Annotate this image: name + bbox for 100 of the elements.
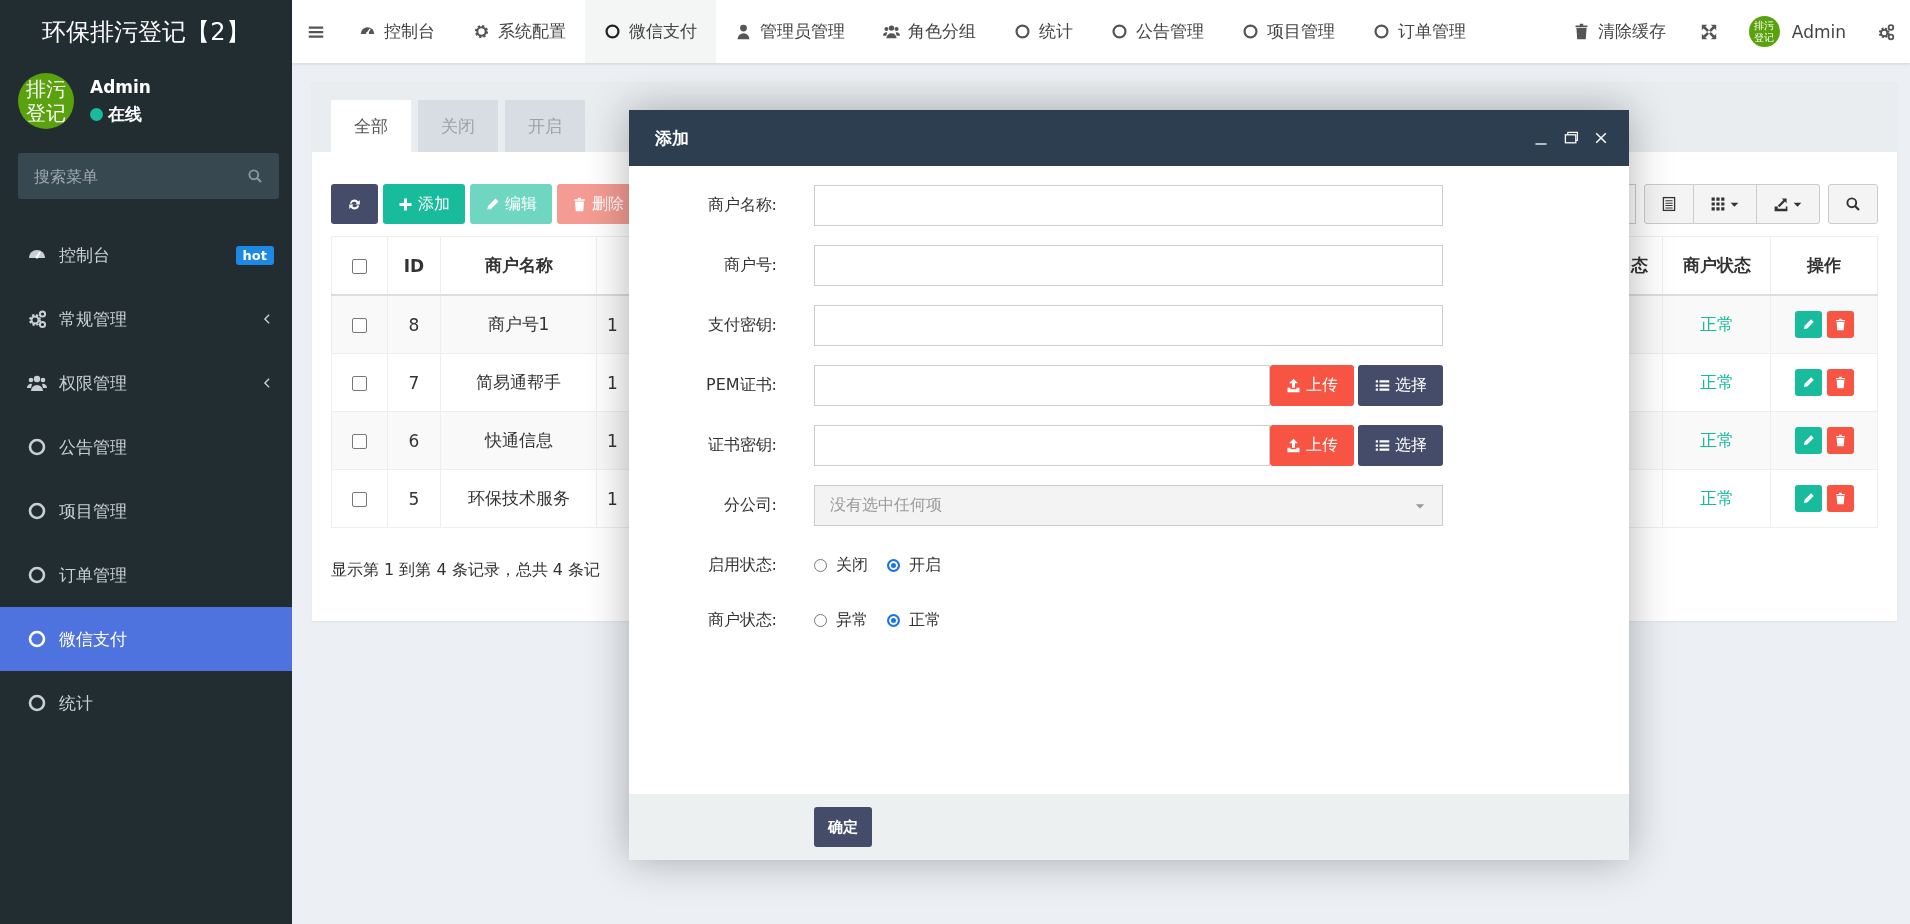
menu-item[interactable]: 公告管理	[0, 415, 292, 479]
field-label: 商户状态:	[706, 610, 777, 631]
radio-button[interactable]	[887, 614, 900, 627]
table-cell: 商户号1	[487, 314, 550, 334]
edit-button[interactable]	[1794, 427, 1822, 454]
minimize-icon	[1533, 143, 1549, 145]
clear-cache-button[interactable]: 清除缓存	[1553, 0, 1685, 63]
radio-button[interactable]	[814, 559, 827, 572]
pencil-icon	[1801, 318, 1815, 331]
nav-tab[interactable]: 角色分组	[864, 0, 995, 63]
table-cell: 1	[607, 430, 618, 451]
checkbox[interactable]	[352, 434, 367, 449]
pencil-icon	[485, 196, 500, 212]
grid-icon	[1710, 196, 1726, 212]
table-cell: 环保技术服务	[467, 488, 570, 508]
avatar: 排污登记	[18, 73, 74, 129]
field-label: 证书密钥:	[706, 435, 777, 456]
column-header: 态	[1631, 255, 1648, 275]
trash-icon	[1833, 492, 1847, 505]
search-button[interactable]	[1828, 184, 1878, 224]
radio-button[interactable]	[887, 559, 900, 572]
status-text: 正常	[1699, 488, 1734, 508]
users-icon	[883, 23, 900, 40]
input-field[interactable]	[814, 185, 1443, 226]
field-label: 支付密钥:	[706, 315, 777, 336]
checkbox[interactable]	[352, 259, 367, 274]
nav-tab[interactable]: 控制台	[340, 0, 454, 63]
status-text: 在线	[108, 102, 142, 126]
radio-label: 开启	[909, 555, 941, 576]
dialog-title: 添加	[655, 126, 690, 150]
input-field[interactable]	[814, 365, 1270, 406]
confirm-button[interactable]: 确定	[814, 807, 872, 847]
toggle-view-button[interactable]	[1644, 184, 1694, 224]
checkbox[interactable]	[352, 318, 367, 333]
circle-icon	[1242, 23, 1259, 40]
upload-icon	[1286, 378, 1301, 393]
nav-tab[interactable]: 微信支付	[585, 0, 716, 63]
fullscreen-icon	[1699, 22, 1718, 41]
edit-button[interactable]	[1794, 485, 1822, 512]
delete-button[interactable]	[1826, 427, 1854, 454]
pagination-info: 显示第 1 到第 4 条记录，总共 4 条记	[331, 560, 601, 581]
choose-button[interactable]: 选择	[1358, 425, 1443, 466]
menu-item[interactable]: 权限管理	[0, 351, 292, 415]
column-header: ID	[403, 255, 425, 276]
close-button[interactable]	[1593, 130, 1609, 146]
menu-item[interactable]: 微信支付	[0, 607, 292, 671]
field-label: 商户名称:	[706, 195, 777, 216]
edit-button[interactable]	[1794, 311, 1822, 338]
refresh-button[interactable]	[331, 184, 378, 224]
app-title: 环保排污登记【2】	[42, 16, 250, 48]
list-icon	[1661, 196, 1677, 212]
maximize-icon	[1563, 130, 1579, 146]
refresh-icon	[347, 196, 362, 212]
choose-button[interactable]: 选择	[1358, 365, 1443, 406]
nav-tab[interactable]: 订单管理	[1354, 0, 1485, 63]
checkbox[interactable]	[352, 376, 367, 391]
edit-button[interactable]	[1794, 369, 1822, 396]
checkbox[interactable]	[352, 492, 367, 507]
user-name: Admin	[90, 76, 151, 97]
column-header: 商户名称	[484, 255, 553, 275]
column-header: 商户状态	[1682, 255, 1751, 275]
table-cell: 1	[607, 372, 618, 393]
field-label: PEM证书:	[705, 375, 777, 396]
users-icon	[27, 373, 47, 393]
menu-item[interactable]: 订单管理	[0, 543, 292, 607]
menu-item[interactable]: 项目管理	[0, 479, 292, 543]
nav-tab[interactable]: 项目管理	[1223, 0, 1354, 63]
delete-button[interactable]	[1826, 311, 1854, 338]
menu-item[interactable]: 控制台 hot	[0, 223, 292, 287]
input-field[interactable]	[814, 305, 1443, 346]
export-button[interactable]	[1757, 184, 1820, 224]
menu-item[interactable]: 统计	[0, 671, 292, 735]
nav-tab[interactable]: 系统配置	[454, 0, 585, 63]
avatar: 排污登记	[1748, 16, 1780, 47]
nav-tab[interactable]: 统计	[995, 0, 1092, 63]
delete-button[interactable]	[1826, 369, 1854, 396]
search-icon	[1845, 196, 1861, 212]
table-cell: 5	[408, 488, 420, 509]
menu-item[interactable]: 常规管理	[0, 287, 292, 351]
nav-tab[interactable]: 管理员管理	[716, 0, 864, 63]
user-menu[interactable]: 排污登记 Admin	[1732, 0, 1862, 63]
radio-label: 异常	[836, 610, 868, 631]
pencil-icon	[1801, 376, 1815, 389]
gears-icon	[27, 309, 47, 329]
trash-icon	[1833, 376, 1847, 389]
circle-icon	[27, 437, 47, 457]
radio-label: 正常	[909, 610, 941, 631]
input-field[interactable]	[814, 245, 1443, 286]
radio-button[interactable]	[814, 614, 827, 627]
trash-icon	[1833, 318, 1847, 331]
circle-icon	[27, 501, 47, 521]
nav-tab[interactable]: 公告管理	[1092, 0, 1223, 63]
filter-tab[interactable]: 全部	[331, 100, 411, 152]
delete-button[interactable]	[1826, 485, 1854, 512]
input-field[interactable]	[814, 425, 1270, 466]
status-text: 正常	[1699, 372, 1734, 392]
search-field[interactable]: 搜索菜单	[18, 153, 279, 199]
columns-button[interactable]	[1694, 184, 1757, 224]
maximize-button[interactable]	[1563, 130, 1579, 146]
table-cell: 快通信息	[484, 430, 553, 450]
